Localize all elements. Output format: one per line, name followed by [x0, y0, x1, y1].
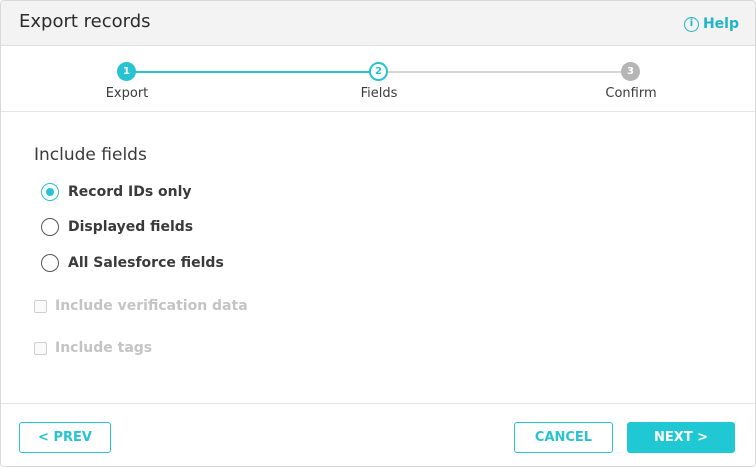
- info-icon: i: [683, 16, 699, 32]
- radio-record-ids-only[interactable]: Record IDs only: [41, 183, 192, 201]
- prev-button[interactable]: < PREV: [19, 422, 111, 453]
- radio-button[interactable]: [41, 218, 59, 236]
- stepper-track-remaining: [379, 71, 631, 73]
- radio-all-salesforce-fields[interactable]: All Salesforce fields: [41, 254, 224, 272]
- help-label: Help: [702, 16, 739, 32]
- step-1-label: Export: [105, 86, 149, 101]
- checkbox-include-tags: Include tags: [34, 340, 152, 356]
- radio-button-selected[interactable]: [41, 183, 59, 201]
- dialog-header: Export records i Help: [1, 1, 755, 46]
- export-records-dialog: Export records i Help 1 2 3 Export Field…: [0, 0, 756, 467]
- step-2-marker: 2: [369, 62, 388, 81]
- next-button[interactable]: NEXT >: [627, 422, 735, 453]
- checkbox-include-verification-data: Include verification data: [34, 298, 248, 314]
- radio-label: Displayed fields: [68, 219, 194, 235]
- radio-button[interactable]: [41, 254, 59, 272]
- step-2-label: Fields: [360, 86, 398, 101]
- checkbox-label: Include verification data: [55, 298, 248, 314]
- cancel-button[interactable]: CANCEL: [514, 422, 613, 453]
- progress-stepper: 1 2 3 Export Fields Confirm: [1, 47, 755, 112]
- checkbox-disabled: [34, 341, 47, 355]
- stepper-track-completed: [127, 71, 379, 73]
- radio-label: All Salesforce fields: [68, 255, 224, 271]
- radio-displayed-fields[interactable]: Displayed fields: [41, 218, 193, 236]
- help-link[interactable]: i Help: [683, 16, 739, 32]
- dialog-title: Export records: [19, 11, 151, 32]
- checkbox-label: Include tags: [55, 340, 153, 356]
- step-3-label: Confirm: [605, 86, 657, 101]
- dialog-footer: < PREV CANCEL NEXT >: [1, 403, 755, 466]
- step-1-marker: 1: [117, 62, 136, 81]
- include-fields-heading: Include fields: [34, 145, 147, 165]
- step-3-marker: 3: [621, 62, 640, 81]
- checkbox-disabled: [34, 299, 47, 313]
- radio-label: Record IDs only: [68, 184, 192, 200]
